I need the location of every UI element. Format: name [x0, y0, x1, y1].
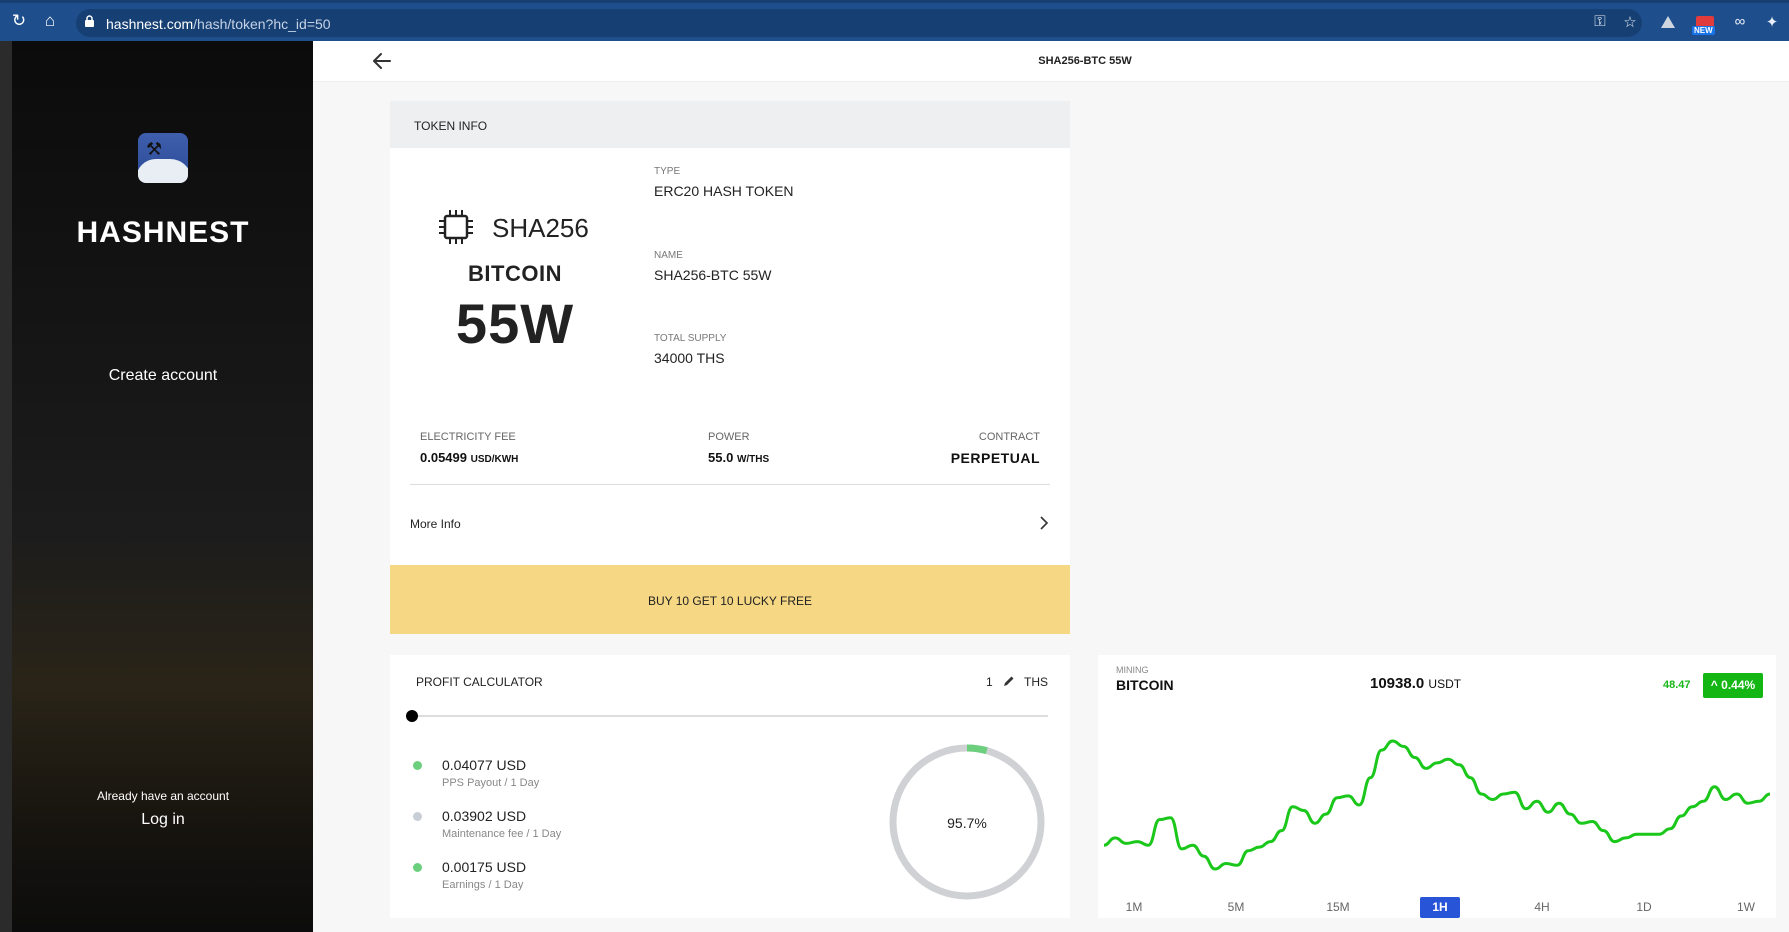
- coin-price: 10938.0 USDT: [1370, 675, 1461, 692]
- lock-icon: [85, 15, 94, 27]
- power-unit: W/THS: [736, 454, 770, 465]
- token-info-header: TOKEN INFO: [390, 101, 1070, 148]
- name-value: SHA256-BTC 55W: [654, 267, 772, 283]
- caret-up-icon: ^: [1710, 678, 1718, 692]
- price-line-chart: [1104, 739, 1770, 871]
- timeframe-1d[interactable]: 1D: [1624, 897, 1664, 918]
- timeframe-5m[interactable]: 5M: [1216, 897, 1256, 918]
- token-info-title: TOKEN INFO: [414, 119, 488, 133]
- maintenance-fee-label: Maintenance fee / 1 Day: [442, 828, 562, 840]
- timeframe-1m[interactable]: 1M: [1114, 897, 1154, 918]
- pps-payout-label: PPS Payout / 1 Day: [442, 777, 540, 789]
- power-label: POWER: [708, 431, 750, 443]
- mining-coin: BITCOIN: [1116, 677, 1174, 693]
- promo-text: BUY 10 GET 10 LUCKY FREE: [647, 594, 813, 608]
- hashnest-logo-icon: ⚒: [138, 133, 188, 183]
- more-info-link[interactable]: More Info: [410, 517, 461, 531]
- coin-price-value: 10938.0: [1370, 675, 1425, 692]
- url-text[interactable]: hashnest.com/hash/token?hc_id=50: [106, 16, 331, 32]
- type-value: ERC20 HASH TOKEN: [654, 183, 794, 199]
- total-supply-value: 34000 THS: [654, 350, 725, 366]
- url-host: hashnest.com: [106, 16, 194, 32]
- profit-calculator-title: PROFIT CALCULATOR: [416, 675, 543, 689]
- maintenance-fee-dot: [413, 812, 422, 821]
- mining-chart-card: MINING BITCOIN 10938.0 USDT 48.47 ^ 0.44…: [1098, 655, 1776, 918]
- coin-name: BITCOIN: [468, 261, 562, 286]
- pps-payout-value: 0.04077 USD: [442, 757, 527, 773]
- power-value: 55.0 W/THS: [708, 450, 769, 465]
- quantity-slider-handle[interactable]: [406, 710, 418, 722]
- new-badge: NEW: [1692, 26, 1715, 35]
- coin-price-unit: USDT: [1428, 677, 1462, 691]
- login-link[interactable]: Log in: [40, 811, 286, 829]
- pps-payout-dot: [413, 761, 422, 770]
- key-icon[interactable]: ⚿: [1590, 13, 1610, 30]
- electricity-fee-number: 0.05499: [420, 450, 467, 465]
- timeframe-1h[interactable]: 1H: [1420, 897, 1460, 918]
- earnings-value: 0.00175 USD: [442, 859, 527, 875]
- url-path: /hash/token?hc_id=50: [193, 16, 331, 32]
- profit-calculator-card: PROFIT CALCULATOR 1 THS 0.04077 USD PPS …: [390, 655, 1070, 918]
- back-arrow-icon[interactable]: [370, 49, 394, 73]
- quantity-unit: THS: [1024, 675, 1048, 689]
- star-icon[interactable]: ☆: [1620, 13, 1640, 31]
- contract-value: PERPETUAL: [950, 450, 1040, 466]
- name-label: NAME: [654, 250, 683, 261]
- earnings-dot: [413, 863, 422, 872]
- drive-icon[interactable]: [1660, 15, 1676, 29]
- create-account-link[interactable]: Create account: [40, 367, 286, 385]
- price-change-percent: ^ 0.44%: [1703, 673, 1763, 698]
- page-title: SHA256-BTC 55W: [1038, 55, 1132, 67]
- power-headline: 55W: [455, 292, 575, 355]
- pencil-icon[interactable]: [1002, 674, 1016, 688]
- link-icon[interactable]: ∞: [1730, 13, 1750, 30]
- power-number: 55.0: [708, 450, 734, 465]
- price-change-absolute: 48.47: [1663, 679, 1691, 691]
- quantity-value[interactable]: 1: [986, 675, 993, 689]
- browser-toolbar: ↻ ⌂ hashnest.com/hash/token?hc_id=50 ⚿ ☆…: [0, 0, 1789, 41]
- algorithm-name: SHA256: [492, 213, 589, 243]
- price-change-percent-value: 0.44%: [1721, 678, 1756, 692]
- already-have-account-text: Already have an account: [96, 789, 230, 803]
- donut-percent-label: 95.7%: [947, 815, 987, 831]
- chevron-right-icon[interactable]: [1036, 514, 1052, 532]
- timeframe-15m[interactable]: 15M: [1318, 897, 1358, 918]
- earnings-label: Earnings / 1 Day: [442, 879, 524, 891]
- total-supply-label: TOTAL SUPPLY: [654, 333, 727, 344]
- contract-label: CONTRACT: [978, 431, 1040, 443]
- timeframe-1w[interactable]: 1W: [1726, 897, 1766, 918]
- sidebar: ⚒ HASHNEST Create account Already have a…: [0, 41, 313, 932]
- home-icon[interactable]: ⌂: [40, 12, 60, 30]
- quantity-slider-track[interactable]: [412, 715, 1048, 717]
- electricity-fee-unit: USD/KWH: [470, 454, 519, 465]
- electricity-fee-label: ELECTRICITY FEE: [420, 431, 516, 443]
- promo-banner[interactable]: BUY 10 GET 10 LUCKY FREE: [390, 565, 1070, 634]
- divider: [410, 484, 1050, 485]
- electricity-fee-value: 0.05499 USD/KWH: [420, 450, 518, 465]
- price-series-line: [1104, 739, 1770, 871]
- type-label: TYPE: [654, 166, 681, 177]
- sidebar-edge: [0, 41, 12, 932]
- reload-icon[interactable]: ↻: [9, 12, 29, 30]
- token-info-card: TOKEN INFO SHA256 BITCOIN 55W TYPE ERC20…: [390, 101, 1070, 634]
- timeframe-4h[interactable]: 4H: [1522, 897, 1562, 918]
- maintenance-fee-value: 0.03902 USD: [442, 808, 527, 824]
- puzzle-icon[interactable]: ✦: [1762, 13, 1782, 31]
- chip-icon: [439, 210, 473, 244]
- brand-name: HASHNEST: [76, 216, 250, 249]
- mining-label: MINING: [1116, 665, 1149, 675]
